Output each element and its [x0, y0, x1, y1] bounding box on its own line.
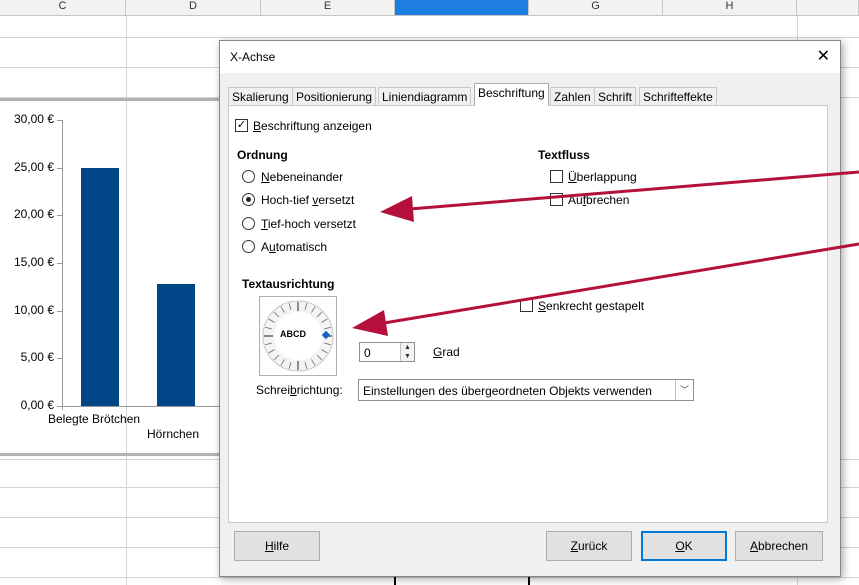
- degrees-spinbox[interactable]: 0 ▲ ▼: [359, 342, 415, 362]
- overlap-label[interactable]: Überlappung: [568, 170, 637, 184]
- column-header-c[interactable]: C: [0, 0, 126, 16]
- tab-beschriftung[interactable]: Beschriftung: [474, 83, 549, 106]
- text-orientation-heading: Textausrichtung: [242, 277, 335, 291]
- y-axis-line: [62, 120, 63, 410]
- rotation-dial[interactable]: ABCD: [259, 296, 337, 376]
- dial-sample-text: ABCD: [280, 329, 306, 339]
- selected-column-border-left: [394, 577, 396, 585]
- degrees-unit-label: Grad: [433, 345, 460, 359]
- spin-up-icon[interactable]: ▲: [401, 343, 414, 352]
- order-heading: Ordnung: [237, 148, 288, 162]
- y-tick-label: 5,00 €: [20, 350, 54, 365]
- tab-liniendiagramm[interactable]: Liniendiagramm: [378, 87, 472, 106]
- x-category-label: Hörnchen: [147, 427, 200, 441]
- column-header-f[interactable]: F: [395, 0, 529, 16]
- close-icon[interactable]: ✕: [817, 46, 830, 66]
- row-line: [0, 577, 859, 578]
- y-tick-label: 30,00 €: [13, 112, 54, 126]
- bar-chart[interactable]: 0,00 € 5,00 € 10,00 € 15,00 € 20,00 € 25,00 €…: [0, 96, 222, 456]
- column-header-h[interactable]: H: [663, 0, 797, 16]
- writing-direction-select[interactable]: Einstellungen des übergeordneten Objekts…: [358, 379, 694, 401]
- y-tick-label: 15,00 €: [13, 255, 54, 269]
- y-tick-label: 10,00 €: [13, 302, 54, 317]
- chart-top-border: [0, 98, 222, 101]
- tab-positionierung[interactable]: Positionierung: [292, 87, 377, 106]
- y-tick-label: 20,00 €: [13, 207, 54, 222]
- tab-zahlen[interactable]: Zahlen: [550, 87, 595, 106]
- beschriftung-panel: ✓ Beschriftung anzeigen Ordnung Nebenein…: [228, 105, 828, 523]
- radio-nebeneinander[interactable]: [242, 170, 255, 183]
- selected-column-border-right: [528, 577, 530, 585]
- y-tick-label: 0,00 €: [20, 398, 54, 412]
- writing-direction-value: Einstellungen des übergeordneten Objekts…: [363, 384, 652, 398]
- x-category-label: Belegte Brötchen: [48, 412, 141, 426]
- y-tick-label: 25,00 €: [13, 159, 54, 174]
- column-header-i[interactable]: [797, 0, 859, 16]
- textflow-heading: Textfluss: [538, 148, 590, 162]
- tab-schrift[interactable]: Schrift: [594, 87, 637, 106]
- label-automatisch[interactable]: Automatisch: [261, 240, 327, 254]
- degrees-value[interactable]: 0: [364, 346, 371, 360]
- chart-bar[interactable]: [81, 167, 119, 406]
- label-tief-hoch-versetzt[interactable]: Tief-hoch versetzt: [261, 217, 356, 231]
- show-labels-label[interactable]: Beschriftung anzeigen: [253, 119, 372, 133]
- show-labels-checkbox[interactable]: ✓: [235, 119, 248, 132]
- chart-bottom-border: [0, 453, 222, 456]
- column-header-g[interactable]: G: [529, 0, 663, 16]
- back-button[interactable]: Zurück: [546, 531, 632, 561]
- tab-skalierung[interactable]: Skalierung: [228, 87, 293, 106]
- chevron-down-icon[interactable]: ﹀: [675, 380, 693, 400]
- ok-button[interactable]: OK: [641, 531, 727, 561]
- chart-bar[interactable]: [157, 284, 195, 406]
- spin-down-icon[interactable]: ▼: [401, 352, 414, 361]
- overlap-checkbox[interactable]: [550, 170, 563, 183]
- x-axis-line: [62, 406, 222, 407]
- stacked-checkbox[interactable]: [520, 299, 533, 312]
- label-nebeneinander[interactable]: Nebeneinander: [261, 170, 343, 184]
- writing-direction-label: Schreibrichtung:: [256, 383, 343, 397]
- row-line: [0, 37, 859, 38]
- dialog-titlebar[interactable]: X-Achse ✕: [220, 41, 840, 73]
- x-axis-dialog: X-Achse ✕ Skalierung Positionierung Lini…: [219, 40, 841, 577]
- column-header-d[interactable]: D: [126, 0, 261, 16]
- radio-automatisch[interactable]: [242, 240, 255, 253]
- cancel-button[interactable]: Abbrechen: [735, 531, 823, 561]
- break-checkbox[interactable]: [550, 193, 563, 206]
- dialog-title: X-Achse: [230, 50, 276, 64]
- tab-schrifteffekte[interactable]: Schrifteffekte: [639, 87, 717, 106]
- degrees-spin-buttons: ▲ ▼: [400, 343, 414, 361]
- help-button[interactable]: Hilfe: [234, 531, 320, 561]
- label-hoch-tief-versetzt[interactable]: Hoch-tief versetzt: [261, 193, 354, 207]
- column-header-e[interactable]: E: [261, 0, 395, 16]
- radio-tief-hoch-versetzt[interactable]: [242, 217, 255, 230]
- break-label[interactable]: Aufbrechen: [568, 193, 629, 207]
- stacked-label[interactable]: Senkrecht gestapelt: [538, 299, 644, 313]
- radio-hoch-tief-versetzt[interactable]: [242, 193, 255, 206]
